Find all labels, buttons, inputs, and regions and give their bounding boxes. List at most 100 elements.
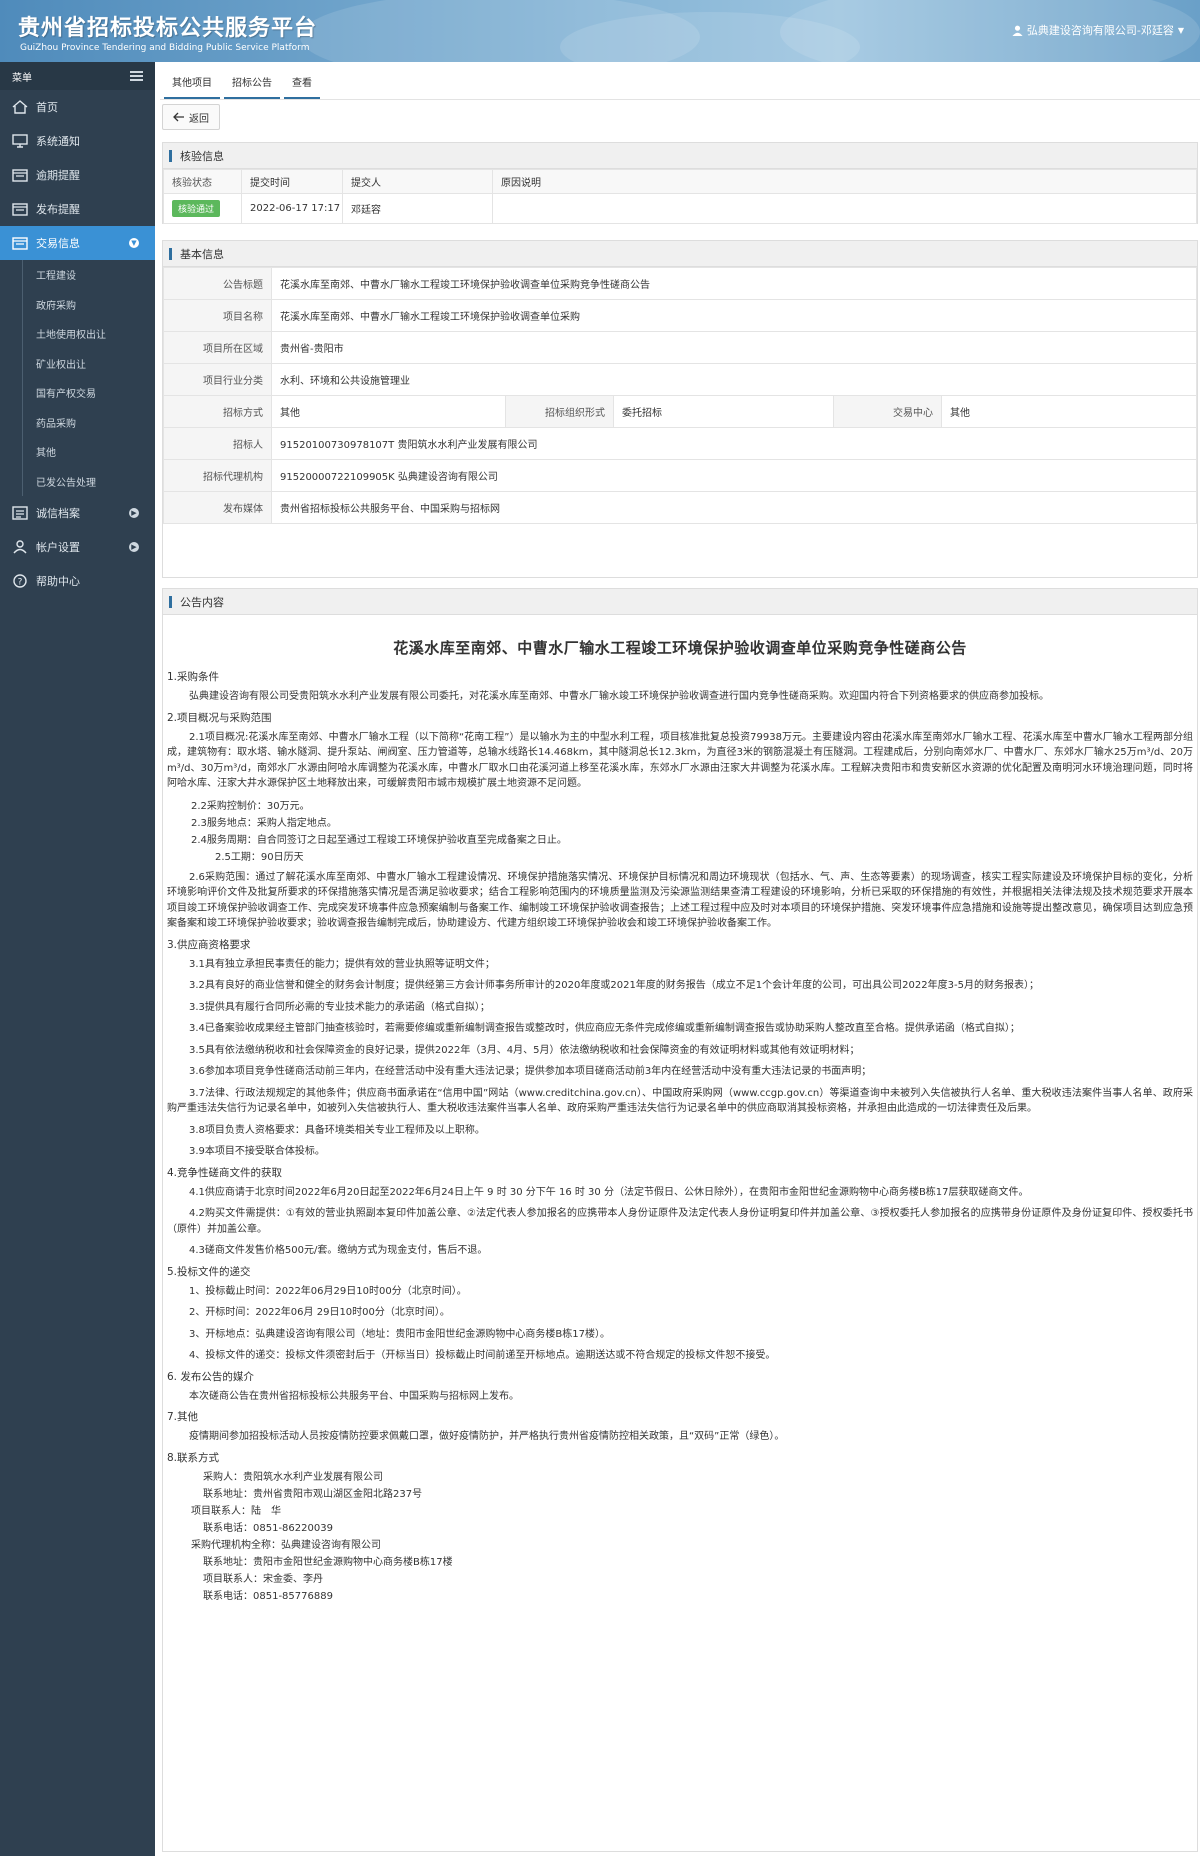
verify-submitter: 邓廷容 [342, 193, 493, 224]
section-heading: 4.竞争性磋商文件的获取 [167, 1166, 283, 1179]
nav-publish-reminder[interactable]: 发布提醒 [0, 192, 155, 226]
verify-panel: 核验信息 核验状态 提交时间 提交人 原因说明 核验通过 2022-06-17 … [162, 142, 1198, 224]
verify-reason [492, 193, 1197, 224]
col-time: 提交时间 [241, 169, 343, 194]
org-value: 委托招标 [613, 395, 834, 428]
site-title[interactable]: 贵州省招标投标公共服务平台 [18, 10, 317, 42]
basic-info-title: 基本信息 [180, 247, 224, 261]
notice-title-value: 花溪水库至南郊、中曹水厂输水工程竣工环境保护验收调查单位采购竞争性磋商公告 [271, 267, 1197, 300]
folder-icon [12, 237, 28, 250]
top-header: 贵州省招标投标公共服务平台 GuiZhou Province Tendering… [0, 0, 1200, 62]
col-status: 核验状态 [163, 169, 242, 194]
basic-label: 项目所在区域 [163, 331, 272, 364]
project-name-value: 花溪水库至南郊、中曹水厂输水工程竣工环境保护验收调查单位采购 [271, 299, 1197, 332]
panel-marker [169, 595, 172, 608]
col-reason: 原因说明 [492, 169, 1197, 194]
verify-status-cell: 核验通过 [163, 193, 242, 224]
industry-value: 水利、环境和公共设施管理业 [271, 363, 1197, 396]
nav-system-notice[interactable]: 系统通知 [0, 124, 155, 158]
nav-label: 帐户设置 [36, 541, 80, 554]
panel-marker [169, 149, 172, 162]
nav-overdue-reminder[interactable]: 逾期提醒 [0, 158, 155, 192]
folder-icon [12, 203, 28, 216]
verify-panel-title: 核验信息 [180, 149, 224, 163]
nav-label: 发布提醒 [36, 203, 80, 216]
breadcrumb-other-projects[interactable]: 其他项目 [164, 74, 220, 99]
contact-line: 采购代理机构全称：弘典建设咨询有限公司 [191, 1539, 381, 1551]
notice-panel: 公告内容 花溪水库至南郊、中曹水厂输水工程竣工环境保护验收调查单位采购竞争性磋商… [162, 588, 1198, 1852]
paragraph: 3.6参加本项目竞争性磋商活动前三年内，在经营活动中没有重大违法记录；提供参加本… [189, 1066, 872, 1077]
nav-label: 系统通知 [36, 135, 80, 148]
breadcrumb-view[interactable]: 查看 [284, 74, 320, 99]
col-submitter: 提交人 [342, 169, 493, 194]
list-icon [12, 506, 28, 520]
contact-line: 采购人：贵阳筑水水利产业发展有限公司 [203, 1471, 383, 1483]
verify-header-row: 核验状态 提交时间 提交人 原因说明 [163, 169, 1197, 194]
region-value: 贵州省-贵阳市 [271, 331, 1197, 364]
svg-text:?: ? [18, 578, 23, 588]
nav-home[interactable]: 首页 [0, 90, 155, 124]
section-heading: 6. 发布公告的媒介 [167, 1370, 254, 1383]
menu-label: 菜单 [12, 72, 32, 84]
notice-article: 花溪水库至南郊、中曹水厂输水工程竣工环境保护验收调查单位采购竞争性磋商公告 1.… [163, 637, 1197, 1605]
paragraph: 3.3提供具有履行合同所必需的专业技术能力的承诺函（格式自拟）； [189, 1001, 490, 1013]
subnav-state-property[interactable]: 国有产权交易 [0, 378, 155, 408]
basic-label: 招标代理机构 [163, 459, 272, 492]
agency-value: 91520000722109905K 弘典建设咨询有限公司 [271, 459, 1197, 492]
user-menu[interactable]: 弘典建设咨询有限公司-邓廷容 ▼ [1012, 22, 1184, 38]
basic-row: 公告标题 花溪水库至南郊、中曹水厂输水工程竣工环境保护验收调查单位采购竞争性磋商公… [163, 267, 1197, 300]
back-icon [173, 112, 184, 122]
subnav-engineering[interactable]: 工程建设 [0, 260, 155, 290]
basic-label: 项目行业分类 [163, 363, 272, 396]
caret-down-icon: ▼ [1177, 25, 1184, 35]
basic-row: 招标人 91520100730978107T 贵阳筑水水利产业发展有限公司 [163, 427, 1197, 460]
chevron-down-icon: ▼ [129, 238, 139, 248]
nav-credit-archive[interactable]: 诚信档案 ▶ [0, 496, 155, 530]
paragraph: 3.4已备案验收成果经主管部门抽查核验时，若需要修编或重新编制调查报告或整改时，… [189, 1023, 1020, 1034]
site-subtitle: GuiZhou Province Tendering and Bidding P… [20, 43, 310, 53]
verify-panel-header: 核验信息 [163, 143, 1197, 169]
method-value: 其他 [271, 395, 506, 428]
basic-label: 招标组织形式 [505, 395, 614, 428]
paragraph: 2、开标时间：2022年06月 29日10时00分（北京时间）。 [189, 1307, 450, 1318]
home-icon [12, 100, 28, 114]
subnav-government-procurement[interactable]: 政府采购 [0, 289, 155, 320]
paragraph: 弘典建设咨询有限公司受贵阳筑水水利产业发展有限公司委托，对花溪水库至南郊、中曹水… [189, 691, 1049, 702]
contact-line: 联系地址：贵州省贵阳市观山湖区金阳北路237号 [203, 1488, 423, 1500]
paragraph: 4.1供应商请于北京时间2022年6月20日起至2022年6月24日上午 9 时… [189, 1186, 1029, 1198]
nav-account-settings[interactable]: 帐户设置 ▶ [0, 530, 155, 564]
subnav-other[interactable]: 其他 [0, 437, 155, 467]
contact-line: 联系地址：贵阳市金阳世纪金源购物中心商务楼B栋17楼 [203, 1556, 453, 1568]
paragraph: 4.3磋商文件发售价格500元/套。缴纳方式为现金支付，售后不退。 [189, 1245, 488, 1256]
breadcrumb-tender-notice[interactable]: 招标公告 [224, 74, 280, 99]
back-button[interactable]: 返回 [162, 104, 220, 130]
nav-label: 帮助中心 [36, 575, 80, 588]
verify-row: 核验通过 2022-06-17 17:17 邓廷容 [163, 193, 1197, 224]
hamburger-icon[interactable] [130, 71, 143, 81]
basic-row: 项目名称 花溪水库至南郊、中曹水厂输水工程竣工环境保护验收调查单位采购 [163, 299, 1197, 332]
section-heading: 5.投标文件的递交 [167, 1265, 251, 1278]
nav-trade-info[interactable]: 交易信息 ▼ [0, 226, 155, 260]
paragraph: 3.9本项目不接受联合体投标。 [189, 1146, 325, 1157]
paragraph: 3.8项目负责人资格要求：具备环境类相关专业工程师及以上职称。 [189, 1124, 485, 1136]
breadcrumb: 其他项目 招标公告 查看 [160, 62, 1200, 100]
subnav-land-use-right[interactable]: 土地使用权出让 [0, 319, 155, 349]
folder-icon [12, 169, 28, 182]
section-heading: 3.供应商资格要求 [167, 938, 251, 951]
subnav-drug-procurement[interactable]: 药品采购 [0, 407, 155, 438]
sidebar: 菜单 首页 系统通知 逾期提醒 发布提醒 交易信息 ▼ 工程建设 政府采购 土地… [0, 62, 155, 1856]
notice-panel-title: 公告内容 [180, 595, 224, 609]
user-icon [13, 540, 27, 554]
paragraph: 3、开标地点：弘典建设咨询有限公司（地址：贵阳市金阳世纪金源购物中心商务楼B栋1… [189, 1328, 610, 1340]
text-line: 2.2采购控制价：30万元。 [191, 800, 310, 812]
chevron-right-icon: ▶ [129, 542, 139, 552]
subnav-mining-right[interactable]: 矿业权出让 [0, 348, 155, 379]
nav-help-center[interactable]: ? 帮助中心 [0, 564, 155, 598]
verify-table: 核验状态 提交时间 提交人 原因说明 核验通过 2022-06-17 17:17… [163, 169, 1197, 224]
subnav-published-notices[interactable]: 已发公告处理 [0, 466, 155, 497]
section-heading: 8.联系方式 [167, 1451, 220, 1464]
help-icon: ? [13, 574, 27, 588]
section-heading: 2.项目概况与采购范围 [167, 711, 272, 724]
basic-label: 招标人 [163, 427, 272, 460]
paragraph: 3.2具有良好的商业信誉和健全的财务会计制度；提供经第三方会计师事务所审计的20… [189, 980, 1039, 991]
